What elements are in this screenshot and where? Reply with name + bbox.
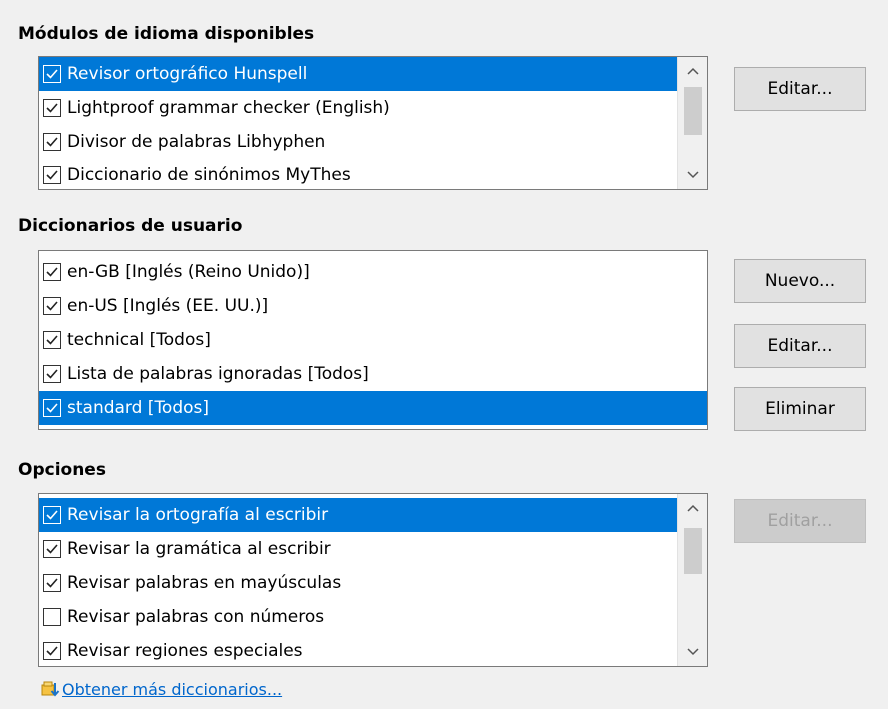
list-item-label: en-US [Inglés (EE. UU.)] — [67, 296, 269, 316]
checkbox[interactable] — [43, 297, 61, 315]
list-item-label: Revisar palabras en mayúsculas — [67, 573, 342, 593]
checkbox[interactable] — [43, 263, 61, 281]
user-dicts-listbox[interactable]: en-GB [Inglés (Reino Unido)] en-US [Ingl… — [38, 250, 708, 430]
list-item[interactable]: Lightproof grammar checker (English) — [39, 91, 677, 125]
list-item-label: en-GB [Inglés (Reino Unido)] — [67, 262, 310, 282]
checkbox[interactable] — [43, 99, 61, 117]
scroll-down-icon[interactable] — [678, 638, 707, 666]
list-item[interactable]: en-US [Inglés (EE. UU.)] — [39, 289, 707, 323]
checkbox[interactable] — [43, 331, 61, 349]
list-item-label: Revisar regiones especiales — [67, 641, 303, 661]
list-item[interactable]: Diccionario de sinónimos MyThes — [39, 159, 677, 189]
list-item[interactable]: Divisor de palabras Libhyphen — [39, 125, 677, 159]
user-dicts-edit-button[interactable]: Editar... — [734, 324, 866, 368]
options-listbox[interactable]: Revisar la ortografía al escribir Revisa… — [38, 493, 708, 667]
list-item-label: Divisor de palabras Libhyphen — [67, 132, 326, 152]
options-title: Opciones — [18, 460, 106, 480]
list-item-label: Revisar la gramática al escribir — [67, 539, 331, 559]
checkbox[interactable] — [43, 133, 61, 151]
more-dictionaries-link[interactable]: Obtener más diccionarios... — [40, 679, 282, 699]
list-item[interactable]: Revisar la gramática al escribir — [39, 532, 677, 566]
checkbox[interactable] — [43, 365, 61, 383]
list-item-label: Revisar palabras con números — [67, 607, 325, 627]
checkbox[interactable] — [43, 540, 61, 558]
list-item[interactable]: standard [Todos] — [39, 391, 707, 425]
list-item-label: Revisar la ortografía al escribir — [67, 505, 329, 525]
checkbox[interactable] — [43, 642, 61, 660]
list-item-label: technical [Todos] — [67, 330, 211, 350]
list-item[interactable]: Revisar la ortografía al escribir — [39, 498, 677, 532]
user-dicts-new-button[interactable]: Nuevo... — [734, 259, 866, 303]
scroll-up-icon[interactable] — [678, 57, 707, 85]
modules-scrollbar[interactable] — [677, 57, 707, 189]
checkbox[interactable] — [43, 574, 61, 592]
list-item[interactable]: Revisor ortográfico Hunspell — [39, 57, 677, 91]
list-item-label: Lista de palabras ignoradas [Todos] — [67, 364, 369, 384]
list-item-label: Revisor ortográfico Hunspell — [67, 64, 308, 84]
list-item[interactable]: en-GB [Inglés (Reino Unido)] — [39, 255, 707, 289]
scroll-down-icon[interactable] — [678, 161, 707, 189]
options-scrollbar[interactable] — [677, 494, 707, 666]
list-item[interactable]: Revisar palabras en mayúsculas — [39, 566, 677, 600]
options-edit-button[interactable]: Editar... — [734, 499, 866, 543]
download-dictionary-icon — [40, 679, 60, 699]
list-item[interactable]: technical [Todos] — [39, 323, 707, 357]
list-item[interactable]: Lista de palabras ignoradas [Todos] — [39, 357, 707, 391]
list-item-label: standard [Todos] — [67, 398, 210, 418]
list-item[interactable]: Revisar regiones especiales — [39, 634, 677, 666]
scroll-thumb[interactable] — [684, 87, 702, 135]
checkbox[interactable] — [43, 399, 61, 417]
checkbox[interactable] — [43, 506, 61, 524]
list-item[interactable]: Revisar palabras con números — [39, 600, 677, 634]
list-item-label: Diccionario de sinónimos MyThes — [67, 165, 351, 185]
modules-listbox[interactable]: Revisor ortográfico Hunspell Lightproof … — [38, 56, 708, 190]
checkbox[interactable] — [43, 166, 61, 184]
user-dicts-title: Diccionarios de usuario — [18, 216, 243, 236]
scroll-thumb[interactable] — [684, 528, 702, 574]
scroll-up-icon[interactable] — [678, 494, 707, 522]
user-dicts-delete-button[interactable]: Eliminar — [734, 387, 866, 431]
more-dictionaries-link-label[interactable]: Obtener más diccionarios... — [62, 680, 282, 699]
checkbox[interactable] — [43, 65, 61, 83]
list-item-label: Lightproof grammar checker (English) — [67, 98, 390, 118]
modules-edit-button[interactable]: Editar... — [734, 67, 866, 111]
modules-title: Módulos de idioma disponibles — [18, 24, 315, 44]
checkbox[interactable] — [43, 608, 61, 626]
